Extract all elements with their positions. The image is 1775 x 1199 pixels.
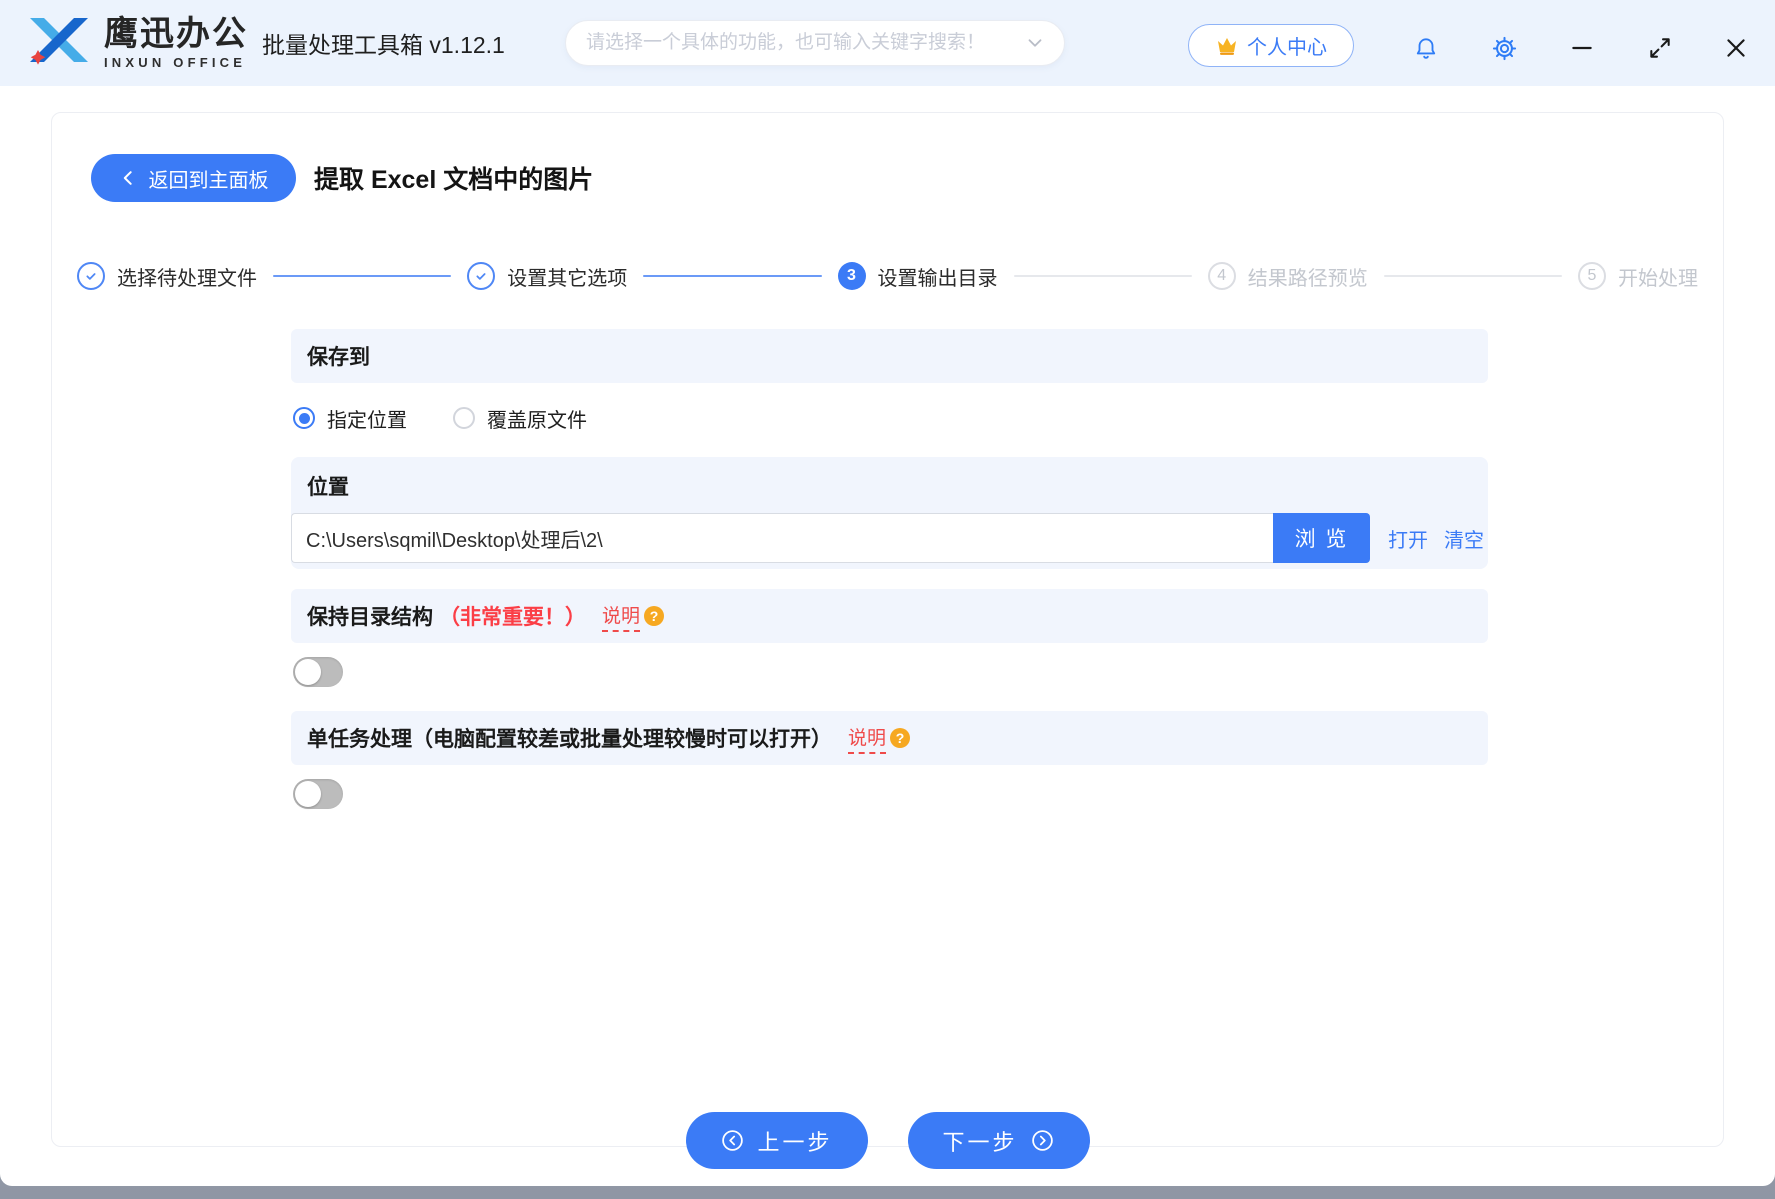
single-task-toggle-off[interactable] — [293, 779, 343, 809]
crown-icon — [1218, 37, 1236, 55]
step-2-other-options: 设置其它选项 — [467, 262, 627, 291]
single-task-help-link[interactable]: 说明 — [848, 723, 887, 754]
save-to-title: 保存到 — [307, 346, 370, 369]
step-5-label: 开始处理 — [1618, 267, 1698, 290]
logo-text: 鹰迅办公 INXUN OFFICE — [104, 14, 248, 70]
previous-step-label: 上一步 — [757, 1129, 833, 1155]
keep-structure-help-link[interactable]: 说明 — [602, 601, 641, 632]
question-mark-icon[interactable]: ? — [890, 728, 911, 748]
clear-path-link[interactable]: 清空 — [1444, 524, 1484, 553]
single-task-section-header: 单任务处理（电脑配置较差或批量处理较慢时可以打开） 说明 ? — [291, 711, 1488, 765]
open-folder-link[interactable]: 打开 — [1388, 524, 1428, 553]
step-2-check-icon — [467, 262, 496, 290]
location-section: 位置 浏 览 打开 清空 — [291, 457, 1488, 569]
step-4-number: 4 — [1207, 262, 1236, 290]
location-title: 位置 — [307, 476, 349, 499]
app-name: 鹰迅办公 — [104, 14, 248, 53]
browse-button[interactable]: 浏 览 — [1273, 513, 1370, 563]
app-subtitle: 批量处理工具箱 v1.12.1 — [262, 32, 505, 58]
step-connector — [1383, 275, 1562, 277]
step-connector — [643, 275, 822, 277]
logo-x-icon — [30, 18, 88, 65]
circle-arrow-left-icon — [722, 1130, 744, 1151]
radio-specified-location[interactable]: 指定位置 — [293, 404, 407, 433]
back-to-dashboard-button[interactable]: 返回到主面板 — [91, 154, 296, 202]
question-mark-icon[interactable]: ? — [644, 606, 665, 626]
toggle-knob — [295, 781, 321, 807]
maximize-button[interactable] — [1646, 34, 1674, 62]
settings-gear-icon[interactable] — [1490, 34, 1518, 62]
step-1-select-files: 选择待处理文件 — [77, 262, 257, 291]
back-button-label: 返回到主面板 — [148, 169, 269, 192]
step-4-label: 结果路径预览 — [1247, 267, 1368, 290]
step-4-result-preview: 4 结果路径预览 — [1207, 262, 1368, 291]
radio-unselected-icon[interactable] — [453, 407, 475, 429]
minimize-button[interactable] — [1568, 34, 1596, 62]
notifications-bell-icon[interactable] — [1412, 34, 1440, 62]
save-to-section-header: 保存到 — [291, 329, 1488, 383]
radio-overwrite-original-label: 覆盖原文件 — [487, 409, 587, 432]
app-window: 鹰迅办公 INXUN OFFICE 批量处理工具箱 v1.12.1 个人中心 — [0, 0, 1775, 1186]
output-path-input[interactable] — [291, 513, 1273, 563]
step-1-check-icon — [77, 262, 105, 290]
path-links: 打开 清空 — [1388, 524, 1484, 553]
step-connector — [273, 275, 452, 277]
circle-arrow-right-icon — [1031, 1130, 1053, 1151]
single-task-title: 单任务处理（电脑配置较差或批量处理较慢时可以打开） — [307, 728, 832, 751]
app-name-en: INXUN OFFICE — [104, 54, 247, 70]
chevron-left-icon — [123, 171, 132, 185]
radio-specified-location-label: 指定位置 — [327, 409, 407, 432]
step-2-label: 设置其它选项 — [507, 267, 628, 290]
previous-step-button[interactable]: 上一步 — [685, 1112, 868, 1169]
radio-selected-icon[interactable] — [293, 407, 315, 429]
step-connector — [1013, 275, 1192, 277]
save-to-options: 指定位置 覆盖原文件 — [293, 403, 1488, 433]
title-bar: 鹰迅办公 INXUN OFFICE 批量处理工具箱 v1.12.1 个人中心 — [0, 0, 1775, 86]
next-step-button[interactable]: 下一步 — [907, 1112, 1090, 1169]
function-search[interactable] — [565, 20, 1065, 66]
step-5-start-processing: 5 开始处理 — [1578, 262, 1698, 291]
page-title: 提取 Excel 文档中的图片 — [314, 166, 594, 194]
close-button[interactable] — [1722, 34, 1750, 62]
step-1-label: 选择待处理文件 — [117, 267, 257, 290]
chevron-down-icon[interactable] — [1024, 32, 1046, 54]
keep-structure-important-note: （非常重要！） — [439, 606, 586, 629]
app-logo: 鹰迅办公 INXUN OFFICE — [26, 16, 248, 70]
next-step-label: 下一步 — [942, 1129, 1018, 1155]
personal-center-button[interactable]: 个人中心 — [1188, 24, 1354, 67]
personal-center-label: 个人中心 — [1247, 37, 1327, 59]
step-3-label: 设置输出目录 — [877, 267, 998, 290]
keep-structure-title: 保持目录结构 — [307, 606, 433, 629]
main-panel: 返回到主面板 提取 Excel 文档中的图片 选择待处理文件 设置其它选项 3 … — [51, 112, 1724, 1169]
panel-header: 返回到主面板 提取 Excel 文档中的图片 — [91, 154, 593, 202]
form-content: 保存到 指定位置 覆盖原文件 位置 浏 览 打开 — [291, 329, 1488, 833]
step-5-number: 5 — [1578, 262, 1606, 290]
keep-structure-section-header: 保持目录结构 （非常重要！） 说明 ? — [291, 589, 1488, 643]
keep-structure-toggle-off[interactable] — [293, 657, 343, 687]
toggle-knob — [295, 659, 321, 685]
step-3-output-directory: 3 设置输出目录 — [837, 262, 998, 291]
radio-overwrite-original[interactable]: 覆盖原文件 — [453, 404, 587, 433]
step-indicator: 选择待处理文件 设置其它选项 3 设置输出目录 4 结果路径预览 5 开始处理 — [77, 261, 1698, 291]
step-3-number: 3 — [837, 262, 866, 290]
output-path-row: 浏 览 打开 清空 — [291, 513, 1488, 563]
search-input[interactable] — [586, 32, 1024, 54]
wizard-navigation: 上一步 下一步 — [52, 1112, 1723, 1169]
